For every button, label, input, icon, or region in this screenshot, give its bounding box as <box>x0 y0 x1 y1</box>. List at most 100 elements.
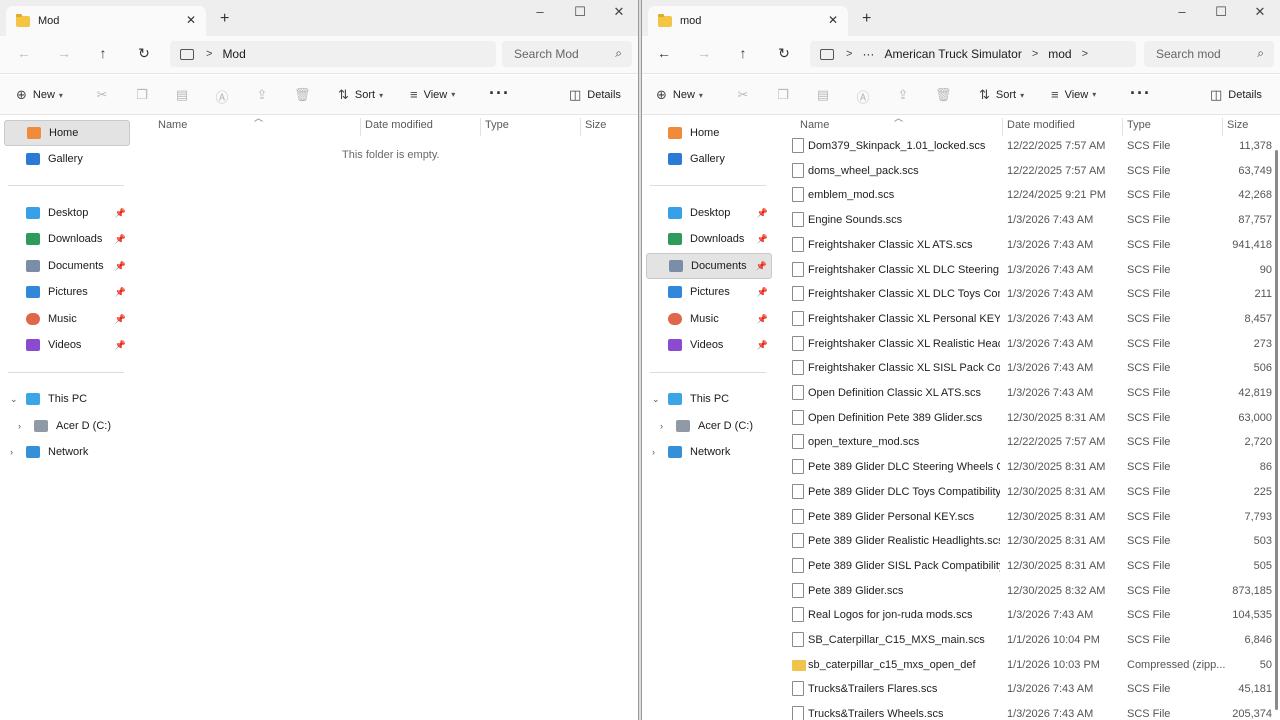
file-row[interactable]: Real Logos for jon-ruda mods.scs 1/3/2026… <box>776 604 1280 628</box>
chevron-right-icon[interactable]: › <box>10 447 13 457</box>
pin-icon[interactable]: 📌 <box>757 340 768 351</box>
view-button[interactable]: ≡ View ▾ <box>410 87 455 102</box>
chevron-down-icon[interactable]: ⌄ <box>10 394 18 405</box>
pin-icon[interactable]: 📌 <box>757 314 768 325</box>
chevron-right-icon[interactable]: › <box>660 421 663 431</box>
nav-item-home[interactable]: Home <box>646 120 772 146</box>
details-button[interactable]: ◫ Details <box>569 87 621 103</box>
new-button[interactable]: ⊕ New ▾ <box>656 87 703 103</box>
nav-item-gallery[interactable]: Gallery <box>646 146 772 172</box>
nav-item-pictures[interactable]: Pictures 📌 <box>646 279 772 305</box>
breadcrumb-item[interactable]: American Truck Simulator <box>884 47 1021 61</box>
refresh-button[interactable]: ↻ <box>134 45 154 62</box>
file-row[interactable]: Pete 389 Glider Personal KEY.scs 12/30/20… <box>776 506 1280 530</box>
nav-item-this-pc[interactable]: ⌄ This PC <box>4 386 130 412</box>
breadcrumb[interactable]: > ··· American Truck Simulator > mod > <box>810 41 1136 67</box>
file-row[interactable]: Open Definition Classic XL ATS.scs 1/3/20… <box>776 382 1280 406</box>
view-button[interactable]: ≡ View ▾ <box>1051 87 1096 102</box>
file-row[interactable]: Freightshaker Classic XL SISL Pack Compa… <box>776 357 1280 381</box>
file-row[interactable]: Open Definition Pete 389 Glider.scs 12/30… <box>776 407 1280 431</box>
new-tab-button[interactable]: + <box>862 10 871 28</box>
nav-item-desktop[interactable]: Desktop 📌 <box>646 200 772 226</box>
nav-item-music[interactable]: Music 📌 <box>646 306 772 332</box>
more-options-icon[interactable]: ··· <box>1130 83 1151 104</box>
minimize-button[interactable]: – <box>1167 4 1197 19</box>
share-icon[interactable]: ⇪ <box>895 87 911 103</box>
delete-icon[interactable]: 🗑 <box>935 87 952 103</box>
breadcrumb[interactable]: > Mod <box>170 41 496 67</box>
file-row[interactable]: Engine Sounds.scs 1/3/2026 7:43 AM SCS Fil… <box>776 209 1280 233</box>
paste-icon[interactable]: ▤ <box>174 87 190 103</box>
column-header-size[interactable]: Size <box>580 118 638 136</box>
up-button[interactable]: ↑ <box>93 45 113 61</box>
pin-icon[interactable]: 📌 <box>115 314 126 325</box>
column-header-name[interactable]: Name <box>154 118 360 136</box>
column-header-name[interactable]: Name <box>796 118 1002 136</box>
nav-item-music[interactable]: Music 📌 <box>4 306 130 332</box>
delete-icon[interactable]: 🗑 <box>294 87 311 103</box>
nav-item-home[interactable]: Home <box>4 120 130 146</box>
nav-item-drive-c[interactable]: › Acer D (C:) <box>4 413 130 439</box>
nav-item-this-pc[interactable]: ⌄ This PC <box>646 386 772 412</box>
file-row[interactable]: SB_Caterpillar_C15_MXS_main.scs 1/1/2026 … <box>776 629 1280 653</box>
file-row[interactable]: Pete 389 Glider.scs 12/30/2025 8:32 AM SCS… <box>776 580 1280 604</box>
nav-item-documents[interactable]: Documents 📌 <box>646 253 772 279</box>
pin-icon[interactable]: 📌 <box>756 261 767 272</box>
tab-mod[interactable]: mod ✕ <box>648 6 848 36</box>
nav-item-downloads[interactable]: Downloads 📌 <box>646 226 772 252</box>
pin-icon[interactable]: 📌 <box>115 287 126 298</box>
tab-mod[interactable]: Mod ✕ <box>6 6 206 36</box>
pin-icon[interactable]: 📌 <box>115 234 126 245</box>
nav-item-pictures[interactable]: Pictures 📌 <box>4 279 130 305</box>
pin-icon[interactable]: 📌 <box>115 208 126 219</box>
rename-icon[interactable]: Ⓐ <box>855 87 871 106</box>
close-window-button[interactable]: ✕ <box>604 4 634 20</box>
pin-icon[interactable]: 📌 <box>757 208 768 219</box>
sort-button[interactable]: ⇅ Sort ▾ <box>979 87 1024 103</box>
file-row[interactable]: Pete 389 Glider SISL Pack Compatibility.… <box>776 555 1280 579</box>
minimize-button[interactable]: – <box>525 4 555 19</box>
search-input[interactable]: Search mod ⌕ <box>1144 41 1274 67</box>
pin-icon[interactable]: 📌 <box>115 340 126 351</box>
new-tab-button[interactable]: + <box>220 10 229 28</box>
column-header-size[interactable]: Size <box>1222 118 1280 136</box>
file-row[interactable]: Freightshaker Classic XL Personal KEY.sc… <box>776 308 1280 332</box>
file-row[interactable]: emblem_mod.scs 12/24/2025 9:21 PM SCS File… <box>776 184 1280 208</box>
vertical-scrollbar[interactable] <box>1275 150 1278 710</box>
paste-icon[interactable]: ▤ <box>815 87 831 103</box>
nav-item-network[interactable]: › Network <box>4 439 130 465</box>
file-row[interactable]: Trucks&Trailers Flares.scs 1/3/2026 7:43 … <box>776 678 1280 702</box>
close-tab-icon[interactable]: ✕ <box>186 13 196 27</box>
copy-icon[interactable]: ❐ <box>134 87 150 103</box>
file-row[interactable]: Pete 389 Glider Realistic Headlights.scs… <box>776 530 1280 554</box>
chevron-right-icon[interactable]: › <box>18 421 21 431</box>
file-row[interactable]: Freightshaker Classic XL ATS.scs 1/3/2026… <box>776 234 1280 258</box>
back-button[interactable]: ← <box>654 45 674 61</box>
file-row[interactable]: Pete 389 Glider DLC Toys Compatibility.s… <box>776 481 1280 505</box>
chevron-right-icon[interactable]: › <box>652 447 655 457</box>
breadcrumb-item[interactable]: mod <box>1048 47 1071 61</box>
nav-item-gallery[interactable]: Gallery <box>4 146 130 172</box>
close-tab-icon[interactable]: ✕ <box>828 13 838 27</box>
file-row[interactable]: Freightshaker Classic XL Realistic Headl… <box>776 333 1280 357</box>
chevron-down-icon[interactable]: ⌄ <box>652 394 660 405</box>
pin-icon[interactable]: 📌 <box>115 261 126 272</box>
column-header-type[interactable]: Type <box>480 118 578 136</box>
copy-icon[interactable]: ❐ <box>775 87 791 103</box>
more-options-icon[interactable]: ··· <box>489 83 510 104</box>
forward-button[interactable]: → <box>54 45 74 61</box>
cut-icon[interactable]: ✂ <box>94 87 110 103</box>
close-window-button[interactable]: ✕ <box>1245 4 1275 20</box>
new-button[interactable]: ⊕ New ▾ <box>16 87 63 103</box>
refresh-button[interactable]: ↻ <box>774 45 794 62</box>
column-header-date[interactable]: Date modified <box>1002 118 1120 136</box>
file-row[interactable]: doms_wheel_pack.scs 12/22/2025 7:57 AM SCS… <box>776 160 1280 184</box>
file-row[interactable]: Freightshaker Classic XL DLC Steering Wh… <box>776 259 1280 283</box>
maximize-button[interactable]: ☐ <box>565 4 595 20</box>
share-icon[interactable]: ⇪ <box>254 87 270 103</box>
nav-item-documents[interactable]: Documents 📌 <box>4 253 130 279</box>
breadcrumb-item[interactable]: Mod <box>222 47 245 61</box>
rename-icon[interactable]: Ⓐ <box>214 87 230 106</box>
forward-button[interactable]: → <box>694 45 714 61</box>
nav-item-downloads[interactable]: Downloads 📌 <box>4 226 130 252</box>
